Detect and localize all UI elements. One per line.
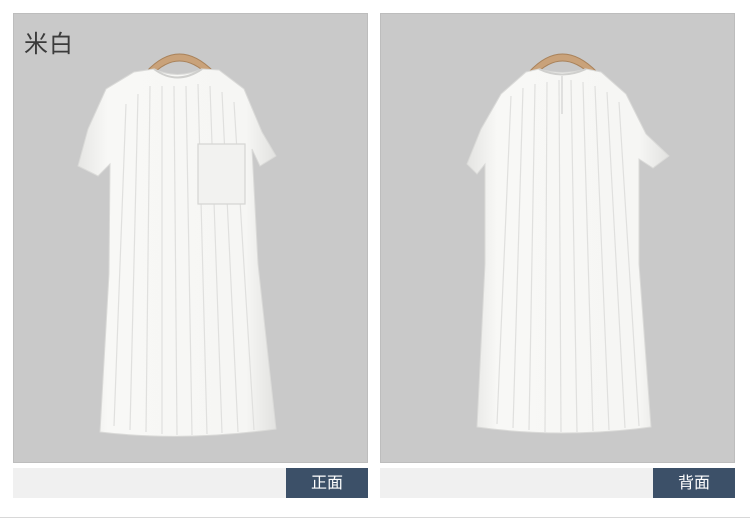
dress-front [77, 68, 277, 437]
front-view-label: 正面 [286, 468, 368, 498]
back-view-photo [380, 13, 735, 463]
back-view-label: 背面 [653, 468, 735, 498]
dress-back-image [466, 53, 670, 434]
color-name-label: 米白 [24, 30, 74, 58]
bottom-divider [0, 517, 750, 518]
dress-back [466, 68, 670, 434]
front-caption-bar: 正面 [13, 468, 368, 498]
pocket-shape [197, 143, 246, 205]
back-caption-bar: 背面 [380, 468, 735, 498]
front-view-photo: 米白 [13, 13, 368, 463]
dress-front-image [77, 53, 277, 437]
